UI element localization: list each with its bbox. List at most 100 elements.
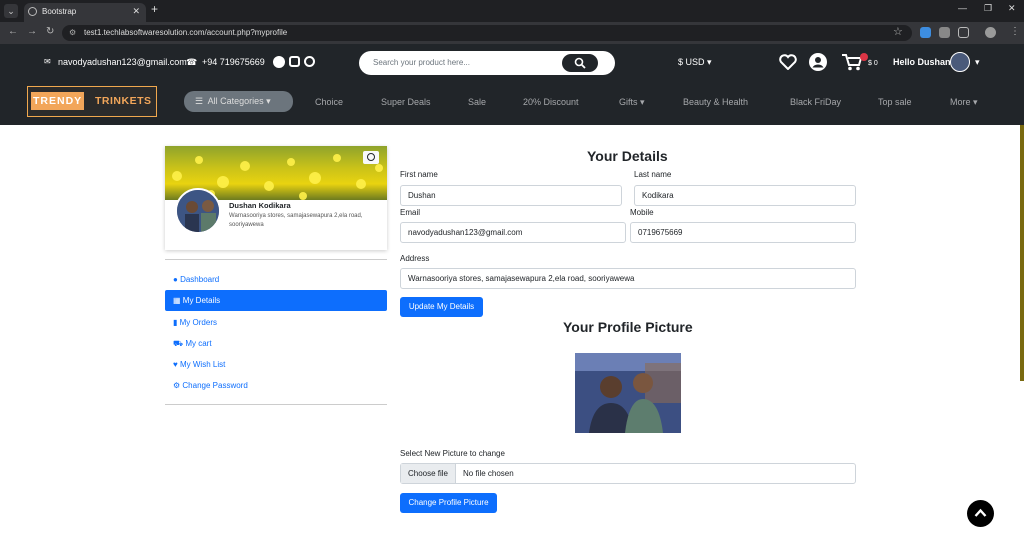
sidebar-item-change-password[interactable]: ⚙ Change Password [165,375,387,396]
change-picture-button[interactable]: Change Profile Picture [400,493,497,513]
sidebar-item-label: My Wish List [179,360,226,369]
all-categories-label: All Categories [207,96,264,106]
last-name-label: Last name [634,170,672,179]
profile-picture-title: Your Profile Picture [563,319,693,335]
back-icon[interactable]: ← [8,26,18,37]
select-picture-label: Select New Picture to change [400,449,505,458]
contact-phone: +94 719675669 [202,57,265,67]
email-field[interactable]: navodyadushan123@gmail.com [400,222,626,243]
extension-icon[interactable] [920,27,931,38]
nav-link-beauty-health[interactable]: Beauty & Health [683,97,748,107]
mobile-label: Mobile [630,208,654,217]
menu-icon: ☰ [195,96,204,106]
heart-icon: ♥ [173,360,178,369]
sidebar-item-dashboard[interactable]: ● Dashboard [165,269,387,290]
page-scrollbar[interactable] [1020,125,1024,381]
search-input[interactable]: Search your product here... [373,58,470,67]
profile-avatar-small [175,188,221,234]
cart-icon: ⛟ [173,339,184,348]
favicon-icon [28,7,37,16]
profile-address: Warnasooriya stores, samajasewapura 2,el… [229,213,363,228]
globe-icon: ● [173,275,178,284]
all-categories-button[interactable]: ☰ All Categories ▾ [184,91,293,112]
gear-icon: ⚙ [173,381,181,390]
book-icon: ▮ [173,318,178,327]
scroll-to-top-button[interactable] [967,500,994,527]
address-bar[interactable]: ⚙ test1.techlabsoftwaresolution.com/acco… [62,25,912,41]
nav-link-sale[interactable]: Sale [468,97,486,107]
sidebar-item-label: My Orders [179,318,217,327]
browser-tabstrip: ⌄ Bootstrap ✕ + — ❐ ✕ [0,0,1024,22]
sidebar-item-my-details[interactable]: ▦ My Details [165,290,387,311]
table-icon: ▦ [173,296,181,305]
search-icon [574,57,586,69]
camera-icon [367,153,375,161]
tab-close-icon[interactable]: ✕ [132,3,140,20]
address-field[interactable]: Warnasooriya stores, samajasewapura 2,el… [400,268,856,289]
sidebar-item-my-orders[interactable]: ▮ My Orders [165,312,387,333]
cart-icon[interactable] [842,53,862,71]
nav-link-top-sale[interactable]: Top sale [878,97,912,107]
tab-search-button[interactable]: ⌄ [4,4,18,18]
no-file-text: No file chosen [463,469,514,478]
choose-file-button[interactable]: Choose file [401,464,456,483]
cart-badge [860,53,868,61]
nav-link-super-deals[interactable]: Super Deals [381,97,431,107]
browser-tab[interactable]: Bootstrap ✕ [24,3,146,22]
picture-file-input[interactable]: Choose file No file chosen [400,463,856,484]
nav-link-gifts[interactable]: Gifts ▾ [619,97,645,108]
last-name-field[interactable]: Kodikara [634,185,856,206]
search-button[interactable] [562,54,598,72]
search-bar: Search your product here... [359,51,615,75]
window-close-icon[interactable]: ✕ [1008,3,1016,14]
profile-name: Dushan Kodikara [229,201,291,210]
envelope-icon: ✉ [44,57,51,66]
wishlist-heart-icon[interactable] [779,54,797,70]
nav-link-choice[interactable]: Choice [315,97,343,107]
user-avatar[interactable] [950,52,970,72]
nav-link-more[interactable]: More ▾ [950,97,978,108]
logo-text-trendy: TRENDY [31,92,85,110]
email-label: Email [400,208,421,217]
cart-amount: $ 0 [868,60,878,67]
extensions-puzzle-icon[interactable] [958,27,969,38]
browser-toolbar: ← → ↻ ⚙ test1.techlabsoftwaresolution.co… [0,22,1024,44]
update-details-button[interactable]: Update My Details [400,297,483,317]
currency-dropdown[interactable]: $ USD ▾ [678,57,712,68]
sidebar-item-label: Dashboard [180,275,220,284]
user-menu-caret-icon[interactable]: ▾ [975,57,980,68]
site-info-icon[interactable]: ⚙ [69,25,76,41]
reload-icon[interactable]: ↻ [46,26,54,37]
restore-icon[interactable]: ❐ [984,3,992,14]
camera-extension-icon[interactable] [939,27,950,38]
site-topbar: ✉ navodyadushan123@gmail.com ☎ +94 71967… [0,44,1024,81]
profile-avatar-icon[interactable] [985,27,996,38]
sidebar-item-my-cart[interactable]: ⛟ My cart [165,333,387,354]
forward-icon[interactable]: → [27,26,37,37]
instagram-icon[interactable] [289,56,300,67]
url-text: test1.techlabsoftwaresolution.com/accoun… [84,28,288,37]
site-logo[interactable]: TRENDY TRINKETS [27,86,157,117]
browser-menu-icon[interactable]: ⋮ [1010,26,1020,37]
facebook-icon[interactable] [273,56,285,68]
first-name-field[interactable]: Dushan [400,185,622,206]
greeting-text: Hello Dushan [893,57,951,67]
sidebar-item-label: Change Password [182,381,248,390]
mobile-field[interactable]: 0719675669 [630,222,856,243]
details-title: Your Details [587,148,668,164]
more-label: More [950,97,971,107]
nav-link-black-friday[interactable]: Black FriDay [790,97,841,107]
contact-email: navodyadushan123@gmail.com [58,57,187,67]
whatsapp-icon[interactable] [304,56,315,67]
change-cover-button[interactable] [363,151,379,164]
nav-link-20-discount[interactable]: 20% Discount [523,97,579,107]
sidebar-item-label: My cart [185,339,212,348]
sidebar-item-wish-list[interactable]: ♥ My Wish List [165,354,387,375]
bookmark-star-icon[interactable]: ☆ [893,25,903,38]
user-account-icon[interactable] [809,53,827,71]
profile-picture-image [575,353,681,433]
account-sidebar: ● Dashboard ▦ My Details ▮ My Orders ⛟ M… [165,259,387,405]
address-label: Address [400,254,430,263]
minimize-icon[interactable]: — [958,3,967,13]
new-tab-button[interactable]: + [151,2,158,16]
